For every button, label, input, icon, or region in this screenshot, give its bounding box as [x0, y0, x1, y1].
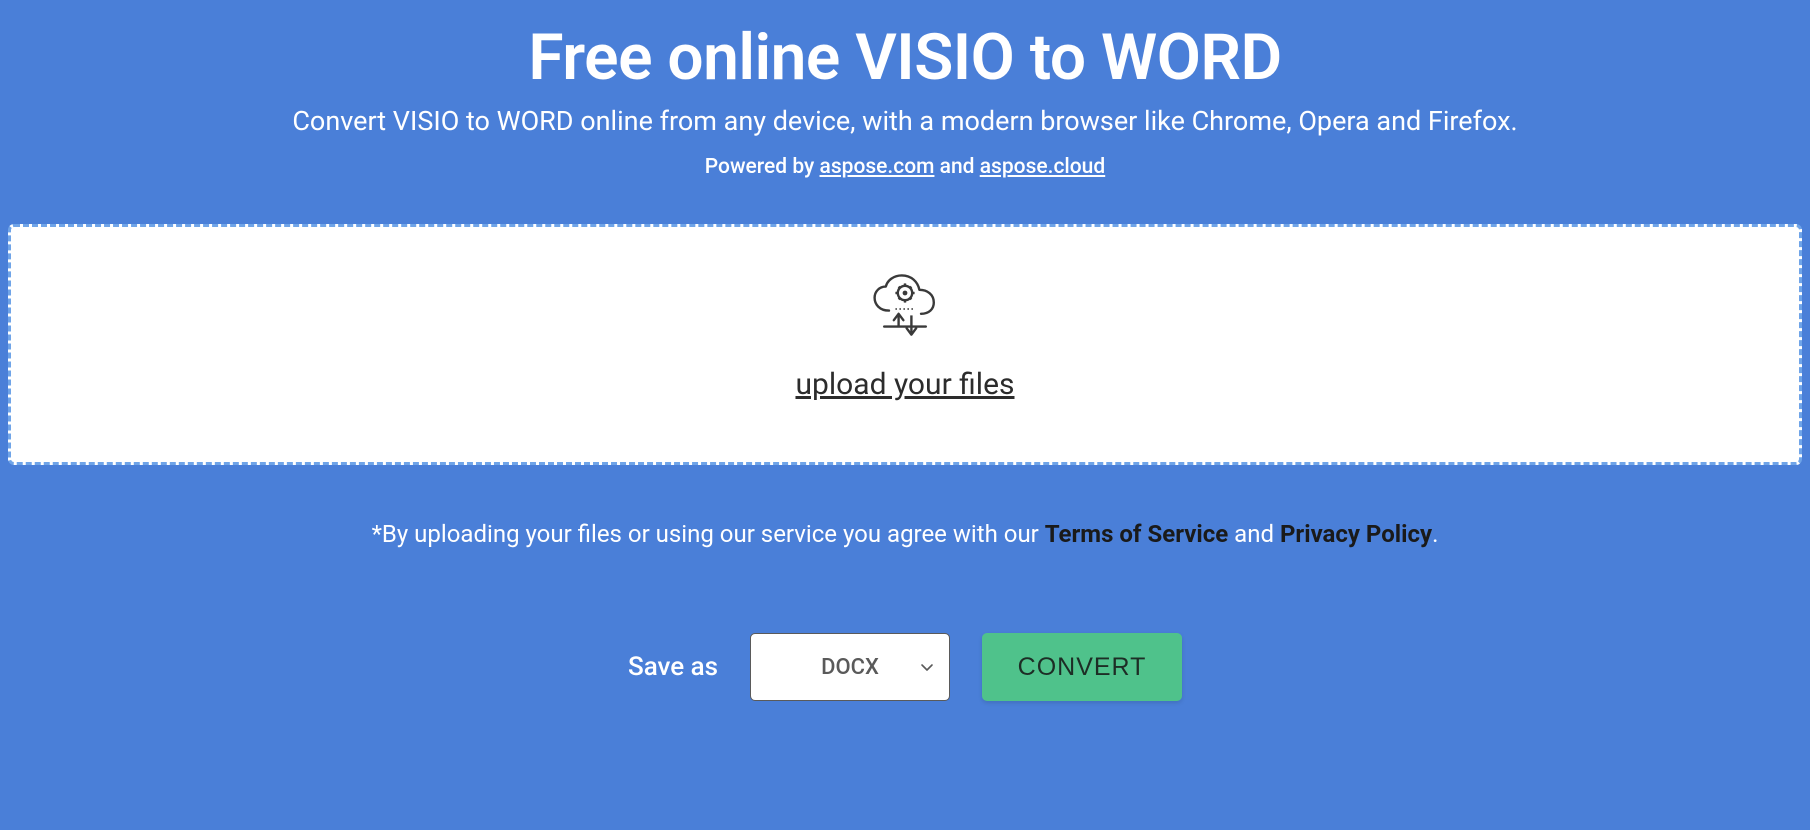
disclaimer-mid: and — [1228, 520, 1280, 548]
upload-files-label: upload your files — [795, 367, 1014, 402]
terms-of-service-link[interactable]: Terms of Service — [1045, 520, 1228, 548]
format-select-value: DOCX — [821, 655, 879, 680]
format-select[interactable]: DOCX — [750, 633, 950, 701]
aspose-cloud-link[interactable]: aspose.cloud — [980, 155, 1105, 179]
convert-button[interactable]: CONVERT — [982, 633, 1182, 701]
aspose-com-link[interactable]: aspose.com — [820, 155, 935, 179]
chevron-down-icon — [919, 659, 935, 675]
controls-row: Save as DOCX CONVERT — [0, 633, 1810, 701]
disclaimer-prefix: *By uploading your files or using our se… — [372, 520, 1045, 548]
save-as-label: Save as — [628, 652, 718, 682]
dropzone-wrapper: upload your files — [8, 224, 1802, 465]
cloud-upload-icon — [865, 269, 945, 349]
disclaimer-text: *By uploading your files or using our se… — [0, 520, 1810, 548]
privacy-policy-link[interactable]: Privacy Policy — [1280, 520, 1432, 548]
main-container: Free online VISIO to WORD Convert VISIO … — [0, 0, 1810, 701]
powered-by-mid: and — [934, 155, 979, 179]
powered-by-line: Powered by aspose.com and aspose.cloud — [0, 155, 1810, 224]
page-subtitle: Convert VISIO to WORD online from any de… — [0, 105, 1810, 155]
file-dropzone[interactable]: upload your files — [8, 224, 1802, 465]
page-title: Free online VISIO to WORD — [0, 0, 1810, 105]
powered-by-prefix: Powered by — [705, 155, 820, 179]
disclaimer-suffix: . — [1432, 520, 1438, 548]
